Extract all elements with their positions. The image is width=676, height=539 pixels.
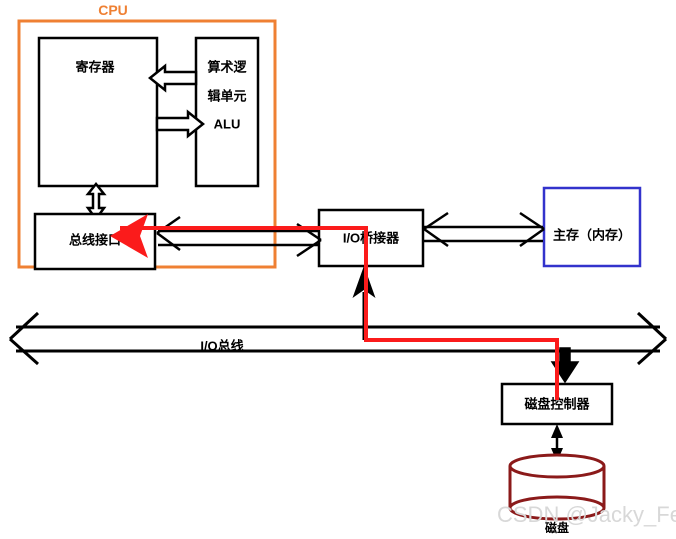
io-bridge-label: I/O桥接器	[343, 230, 400, 245]
cpu-group-label: CPU	[98, 2, 128, 18]
registers-label: 寄存器	[75, 59, 115, 74]
io-bus-label: I/O总线	[200, 338, 243, 353]
io-bridge-to-memory-arrow	[423, 211, 545, 248]
diagram-canvas: CPU 寄存器 算术逻 辑单元 ALU 总线接口 I/O桥接器 主存（内存） I…	[8, 2, 676, 535]
architecture-diagram: CPU 寄存器 算术逻 辑单元 ALU 总线接口 I/O桥接器 主存（内存） I…	[0, 0, 676, 539]
main-memory-label: 主存（内存）	[553, 227, 631, 242]
alu-label-line2: 辑单元	[207, 88, 246, 103]
alu-label-line1: 算术逻	[207, 59, 247, 74]
alu-label-line3: ALU	[214, 116, 241, 131]
watermark-text: CSDN @Jacky_Feng	[497, 502, 676, 527]
